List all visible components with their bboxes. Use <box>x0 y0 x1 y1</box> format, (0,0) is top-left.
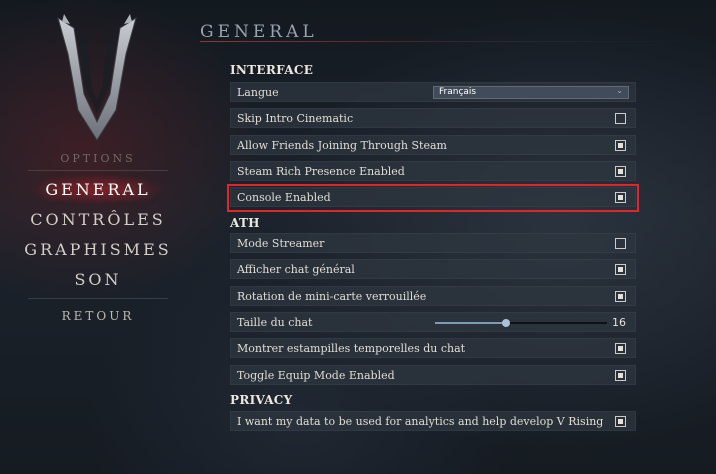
setting-chat-size: Taille du chat 16 <box>230 312 636 332</box>
options-label: OPTIONS <box>60 152 136 165</box>
setting-rich-presence[interactable]: Steam Rich Presence Enabled <box>230 161 636 181</box>
setting-console[interactable]: Console Enabled <box>230 187 636 207</box>
menu-divider <box>28 298 168 299</box>
setting-label: Afficher chat général <box>237 263 355 276</box>
group-title-interface: INTERFACE <box>230 63 314 77</box>
setting-label: Langue <box>237 86 279 99</box>
language-dropdown[interactable]: Français ⌄ <box>433 86 629 99</box>
chat-size-value: 16 <box>612 316 626 329</box>
page-title: GENERAL <box>200 22 318 42</box>
setting-label: Toggle Equip Mode Enabled <box>237 369 395 382</box>
language-value: Français <box>439 87 477 97</box>
chat-size-slider[interactable] <box>435 319 607 327</box>
setting-equip-mode[interactable]: Toggle Equip Mode Enabled <box>230 365 636 385</box>
setting-label: Console Enabled <box>237 191 331 204</box>
menu-item-general[interactable]: GENERAL <box>0 174 196 205</box>
setting-label: I want my data to be used for analytics … <box>237 415 604 428</box>
setting-chat-timestamps[interactable]: Montrer estampilles temporelles du chat <box>230 338 636 358</box>
skip-intro-checkbox[interactable] <box>615 113 626 124</box>
menu-divider <box>28 170 168 171</box>
options-menu: OPTIONS GENERAL CONTRÔLES GRAPHISMES SON… <box>0 0 196 474</box>
setting-label: Taille du chat <box>237 316 313 329</box>
group-title-privacy: PRIVACY <box>230 393 293 407</box>
menu-item-graphics[interactable]: GRAPHISMES <box>0 240 196 259</box>
analytics-checkbox[interactable] <box>615 416 626 427</box>
title-underline <box>200 41 700 42</box>
setting-analytics[interactable]: I want my data to be used for analytics … <box>230 411 636 431</box>
setting-label: Montrer estampilles temporelles du chat <box>237 342 466 355</box>
setting-label: Skip Intro Cinematic <box>237 112 354 125</box>
v-rising-logo-icon <box>57 14 137 141</box>
allow-friends-checkbox[interactable] <box>615 140 626 151</box>
menu-item-sound[interactable]: SON <box>0 270 196 289</box>
minimap-lock-checkbox[interactable] <box>615 291 626 302</box>
setting-global-chat[interactable]: Afficher chat général <box>230 259 636 279</box>
group-title-hud: ATH <box>230 216 260 230</box>
setting-label: Allow Friends Joining Through Steam <box>237 139 447 152</box>
setting-label: Mode Streamer <box>237 237 325 250</box>
setting-allow-friends[interactable]: Allow Friends Joining Through Steam <box>230 135 636 155</box>
console-checkbox[interactable] <box>615 192 626 203</box>
rich-presence-checkbox[interactable] <box>615 166 626 177</box>
chevron-down-icon: ⌄ <box>616 86 623 95</box>
slider-fill <box>435 322 506 324</box>
chat-timestamps-checkbox[interactable] <box>615 343 626 354</box>
equip-mode-checkbox[interactable] <box>615 370 626 381</box>
setting-label: Rotation de mini-carte verrouillée <box>237 290 427 303</box>
setting-skip-intro[interactable]: Skip Intro Cinematic <box>230 108 636 128</box>
global-chat-checkbox[interactable] <box>615 264 626 275</box>
setting-language: Langue Français ⌄ <box>230 82 636 102</box>
setting-label: Steam Rich Presence Enabled <box>237 165 405 178</box>
back-button[interactable]: RETOUR <box>0 309 196 323</box>
slider-handle[interactable] <box>501 319 510 327</box>
setting-streamer[interactable]: Mode Streamer <box>230 233 636 253</box>
menu-item-controls[interactable]: CONTRÔLES <box>0 210 196 229</box>
streamer-checkbox[interactable] <box>615 238 626 249</box>
setting-minimap-lock[interactable]: Rotation de mini-carte verrouillée <box>230 286 636 306</box>
